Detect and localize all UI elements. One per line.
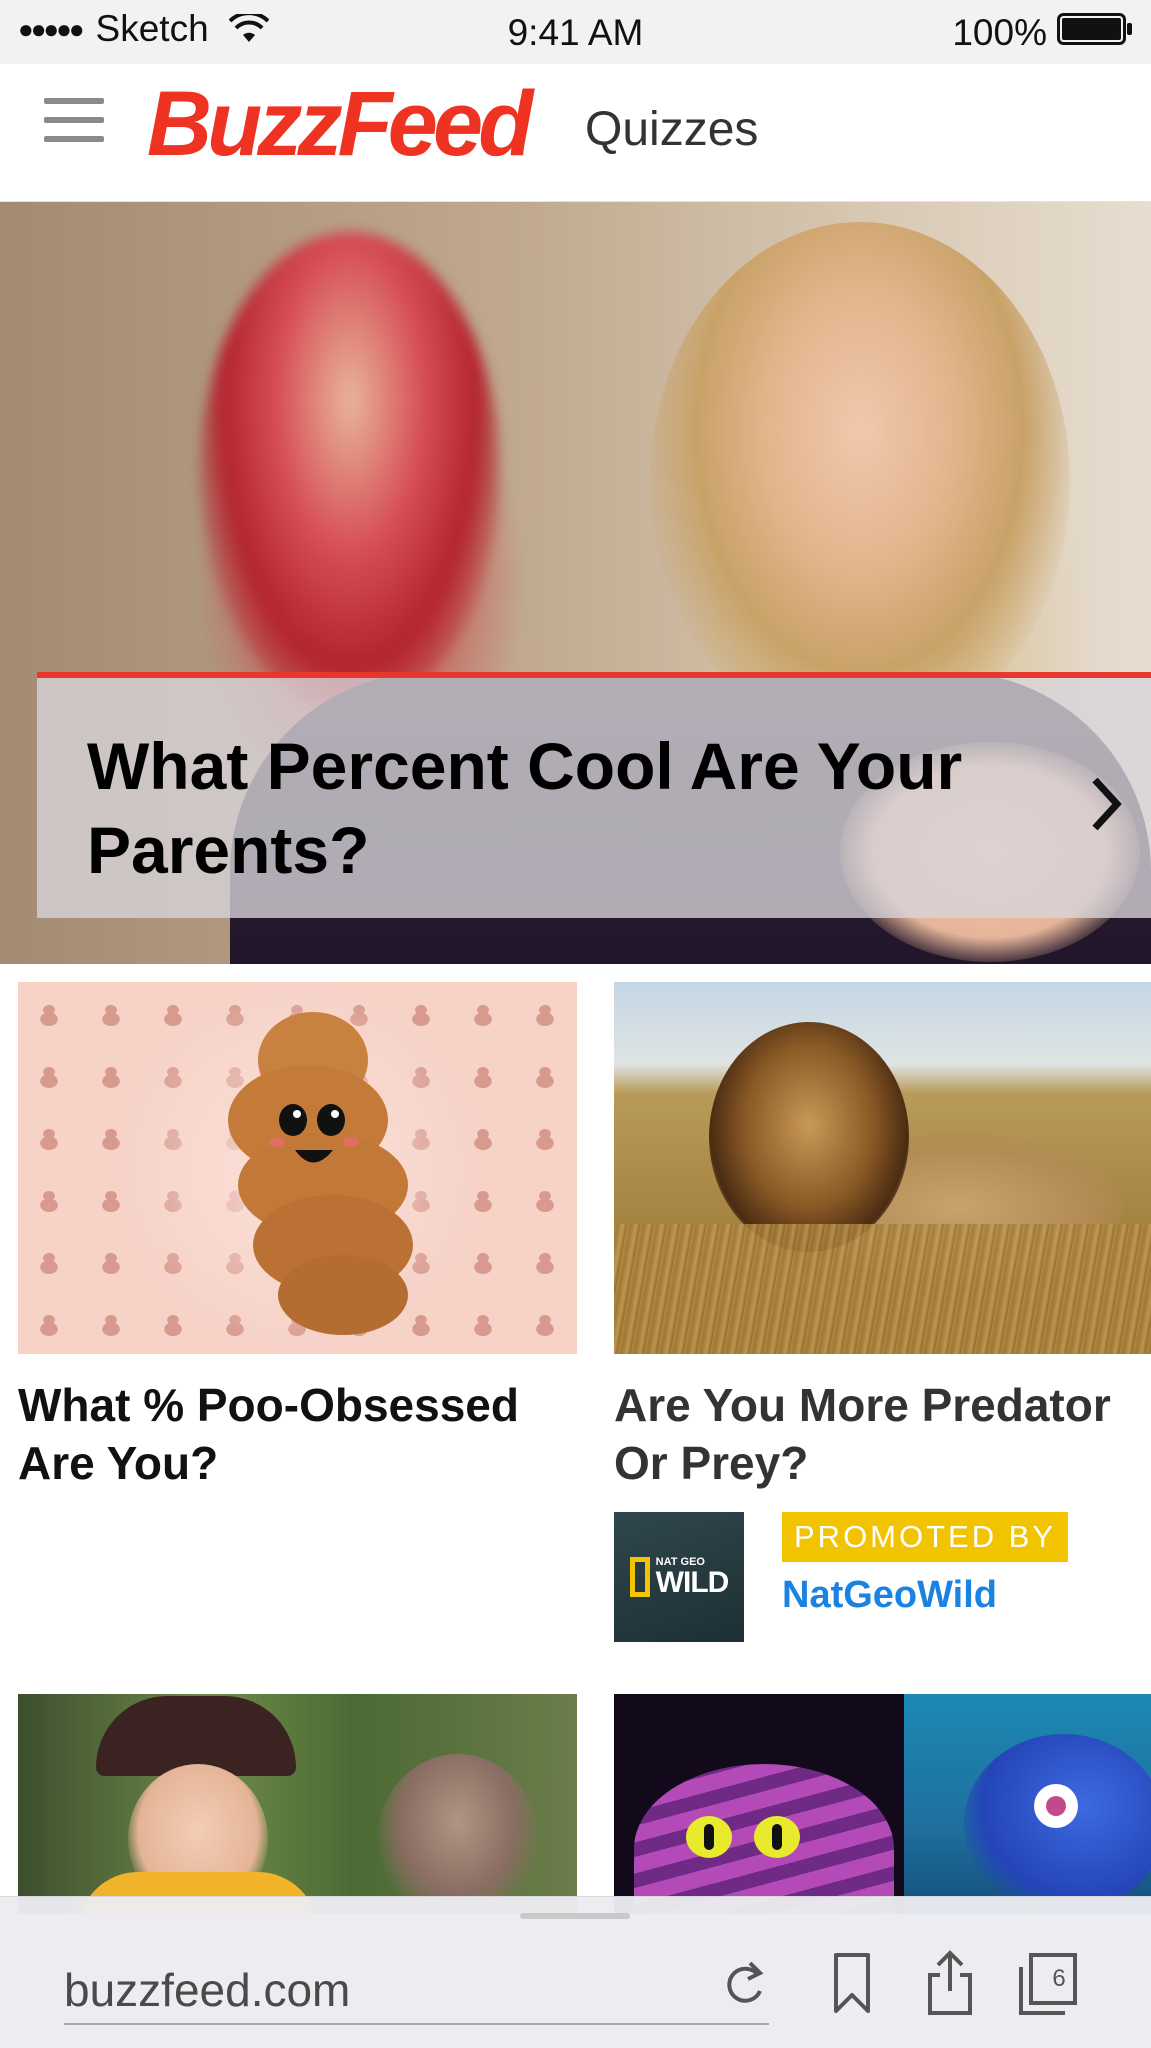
hamburger-menu-icon[interactable] <box>44 94 104 146</box>
promoted-by-badge: PROMOTED BY <box>782 1512 1069 1562</box>
hero-image-background-person <box>200 232 500 712</box>
lion-head <box>709 1022 909 1252</box>
bookmark-icon[interactable] <box>820 1949 884 2019</box>
tab-count: 6 <box>1052 1965 1066 1992</box>
cheshire-cat-image <box>614 1694 904 1914</box>
featured-quiz-hero[interactable]: What Percent Cool Are Your Parents? <box>0 202 1151 964</box>
sponsor-block: NAT GEO WILD PROMOTED BY NatGeoWild <box>614 1512 1151 1642</box>
savanna-grass <box>614 1224 1151 1354</box>
buzzfeed-logo[interactable]: BuzzFeed <box>147 72 533 177</box>
share-icon[interactable] <box>918 1949 982 2019</box>
battery-icon <box>1057 12 1133 54</box>
quiz-thumbnail-lion[interactable] <box>614 982 1151 1354</box>
quiz-card-title[interactable]: Are You More Predator Or Prey? <box>614 1376 1151 1492</box>
hero-caption-panel: What Percent Cool Are Your Parents? <box>37 672 1151 918</box>
reload-icon[interactable] <box>712 1949 776 2019</box>
cat-eye <box>754 1816 800 1858</box>
url-field[interactable]: buzzfeed.com <box>64 1955 769 2025</box>
dory-fish-image <box>904 1694 1151 1914</box>
section-title: Quizzes <box>585 103 759 156</box>
natgeo-wild-logo[interactable]: NAT GEO WILD <box>614 1512 744 1642</box>
status-bar: ●●●●● Sketch 9:41 AM 100% <box>0 0 1151 64</box>
battery-percent: 100% <box>952 12 1047 53</box>
quiz-card-partial-left[interactable] <box>18 1694 577 1914</box>
quiz-card-partial-right[interactable] <box>614 1694 1151 1914</box>
status-right: 100% <box>952 12 1133 54</box>
chevron-right-icon[interactable] <box>1087 774 1127 834</box>
sponsor-link[interactable]: NatGeoWild <box>782 1574 997 1617</box>
poo-character-illustration <box>228 1012 413 1335</box>
quiz-thumbnail-cartoons[interactable] <box>614 1694 1151 1914</box>
hero-image-foreground-person <box>650 222 1070 742</box>
natgeo-yellow-border-icon <box>629 1557 650 1597</box>
drag-handle[interactable] <box>520 1913 630 1919</box>
zombie-figure <box>378 1754 538 1914</box>
natgeo-logo-text: NAT GEO WILD <box>655 1555 730 1599</box>
hero-title[interactable]: What Percent Cool Are Your Parents? <box>87 724 987 892</box>
app-header: BuzzFeed Quizzes <box>0 64 1151 202</box>
quiz-card-title[interactable]: What % Poo-Obsessed Are You? <box>18 1376 577 1492</box>
cat-eye <box>686 1816 732 1858</box>
tabs-icon[interactable]: 6 <box>1015 1949 1079 2019</box>
fish-eye <box>1034 1784 1078 1828</box>
browser-toolbar: buzzfeed.com 6 <box>0 1896 1151 2048</box>
screen: ●●●●● Sketch 9:41 AM 100% BuzzFeed Quizz… <box>0 0 1151 2048</box>
quiz-card-poo[interactable]: What % Poo-Obsessed Are You? <box>18 982 577 1492</box>
quiz-thumbnail-witch[interactable] <box>18 1694 577 1914</box>
quiz-card-predator[interactable]: Are You More Predator Or Prey? NAT GEO W… <box>614 982 1151 1642</box>
quiz-thumbnail-poo[interactable] <box>18 982 577 1354</box>
